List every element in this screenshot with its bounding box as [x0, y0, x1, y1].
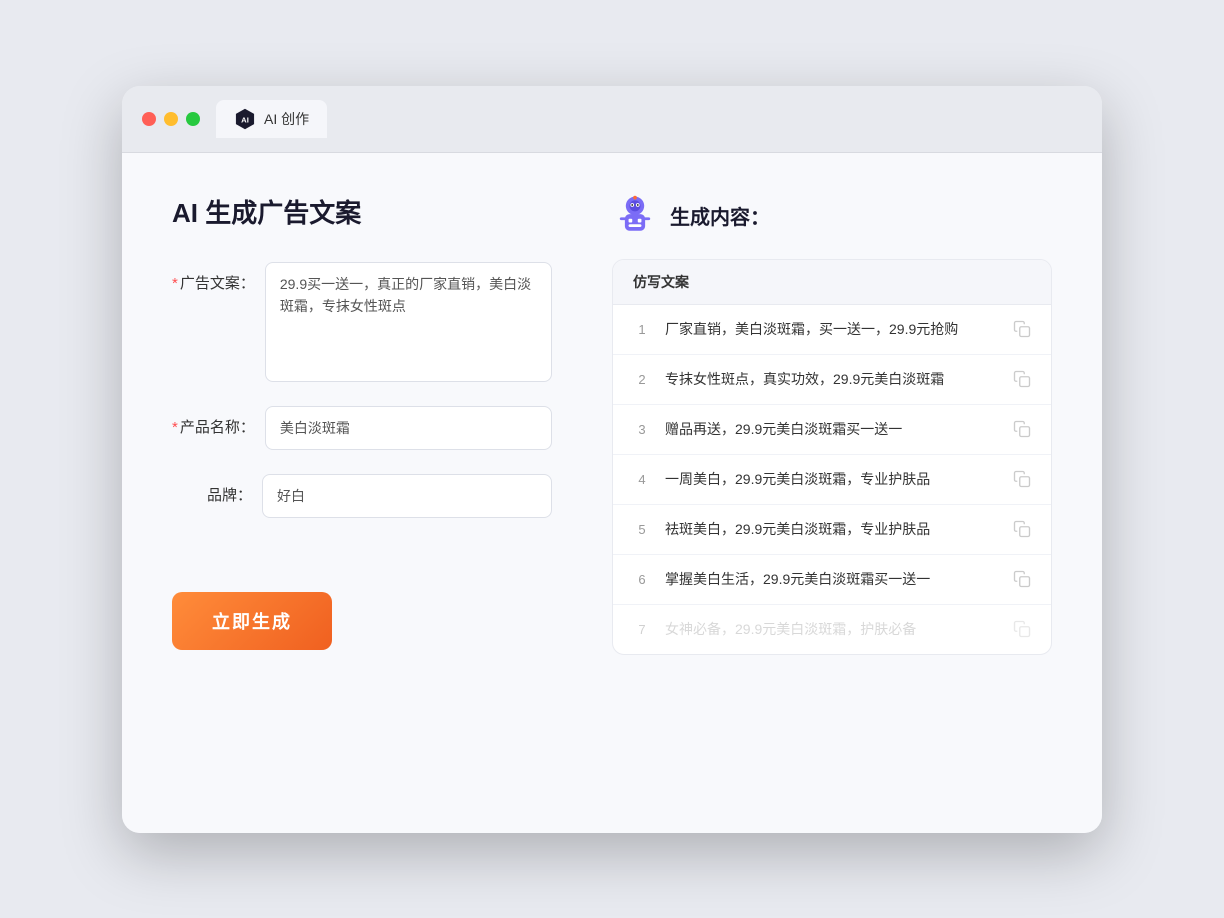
svg-text:AI: AI: [241, 115, 249, 124]
result-row: 2 专抹女性斑点，真实功效，29.9元美白淡斑霜: [613, 355, 1051, 405]
page-title: AI 生成广告文案: [172, 193, 552, 230]
copy-icon[interactable]: [1013, 420, 1031, 438]
traffic-light-green[interactable]: [186, 112, 200, 126]
result-row: 3 赠品再送，29.9元美白淡斑霜买一送一: [613, 405, 1051, 455]
result-num: 3: [633, 422, 651, 437]
bot-icon: [612, 193, 658, 239]
result-num: 4: [633, 472, 651, 487]
product-name-label: *产品名称：: [172, 406, 255, 437]
brand-input[interactable]: [262, 474, 552, 518]
result-num: 5: [633, 522, 651, 537]
result-num: 6: [633, 572, 651, 587]
browser-titlebar: AI AI 创作: [122, 86, 1102, 153]
browser-tab[interactable]: AI AI 创作: [216, 100, 327, 138]
ai-tab-icon: AI: [234, 108, 256, 130]
result-row: 7 女神必备，29.9元美白淡斑霜，护肤必备: [613, 605, 1051, 654]
result-num: 1: [633, 322, 651, 337]
traffic-lights: [142, 112, 200, 126]
ad-copy-group: *广告文案：: [172, 262, 552, 382]
main-layout: AI 生成广告文案 *广告文案： *产品名称： 品: [172, 193, 1052, 655]
copy-icon[interactable]: [1013, 520, 1031, 538]
result-text: 厂家直销，美白淡斑霜，买一送一，29.9元抢购: [665, 319, 999, 340]
brand-label: 品牌：: [172, 474, 252, 505]
ad-copy-label: *广告文案：: [172, 262, 255, 293]
result-table: 仿写文案 1 厂家直销，美白淡斑霜，买一送一，29.9元抢购 2 专抹女性斑点，…: [612, 259, 1052, 655]
result-text: 赠品再送，29.9元美白淡斑霜买一送一: [665, 419, 999, 440]
result-text: 女神必备，29.9元美白淡斑霜，护肤必备: [665, 619, 999, 640]
result-table-header: 仿写文案: [613, 260, 1051, 305]
browser-window: AI AI 创作 AI 生成广告文案 *广告文案： *产品: [122, 86, 1102, 833]
product-name-input[interactable]: [265, 406, 552, 450]
result-row: 1 厂家直销，美白淡斑霜，买一送一，29.9元抢购: [613, 305, 1051, 355]
copy-icon[interactable]: [1013, 320, 1031, 338]
traffic-light-red[interactable]: [142, 112, 156, 126]
copy-icon[interactable]: [1013, 370, 1031, 388]
right-header: 生成内容：: [612, 193, 1052, 239]
result-text: 掌握美白生活，29.9元美白淡斑霜买一送一: [665, 569, 999, 590]
generate-button[interactable]: 立即生成: [172, 592, 332, 650]
result-text: 一周美白，29.9元美白淡斑霜，专业护肤品: [665, 469, 999, 490]
copy-icon[interactable]: [1013, 620, 1031, 638]
traffic-light-yellow[interactable]: [164, 112, 178, 126]
browser-content: AI 生成广告文案 *广告文案： *产品名称： 品: [122, 153, 1102, 833]
copy-icon[interactable]: [1013, 470, 1031, 488]
tab-label: AI 创作: [264, 109, 309, 129]
right-panel: 生成内容： 仿写文案 1 厂家直销，美白淡斑霜，买一送一，29.9元抢购 2 专…: [612, 193, 1052, 655]
copy-icon[interactable]: [1013, 570, 1031, 588]
ad-copy-input[interactable]: [265, 262, 552, 382]
result-row: 5 祛斑美白，29.9元美白淡斑霜，专业护肤品: [613, 505, 1051, 555]
result-text: 专抹女性斑点，真实功效，29.9元美白淡斑霜: [665, 369, 999, 390]
result-row: 4 一周美白，29.9元美白淡斑霜，专业护肤品: [613, 455, 1051, 505]
left-panel: AI 生成广告文案 *广告文案： *产品名称： 品: [172, 193, 552, 651]
result-num: 7: [633, 622, 651, 637]
result-num: 2: [633, 372, 651, 387]
result-text: 祛斑美白，29.9元美白淡斑霜，专业护肤品: [665, 519, 999, 540]
ad-copy-required: *: [172, 275, 178, 292]
result-rows-container: 1 厂家直销，美白淡斑霜，买一送一，29.9元抢购 2 专抹女性斑点，真实功效，…: [613, 305, 1051, 654]
result-row: 6 掌握美白生活，29.9元美白淡斑霜买一送一: [613, 555, 1051, 605]
product-name-group: *产品名称：: [172, 406, 552, 450]
right-title: 生成内容：: [670, 201, 770, 230]
product-name-required: *: [172, 419, 178, 436]
brand-group: 品牌：: [172, 474, 552, 518]
